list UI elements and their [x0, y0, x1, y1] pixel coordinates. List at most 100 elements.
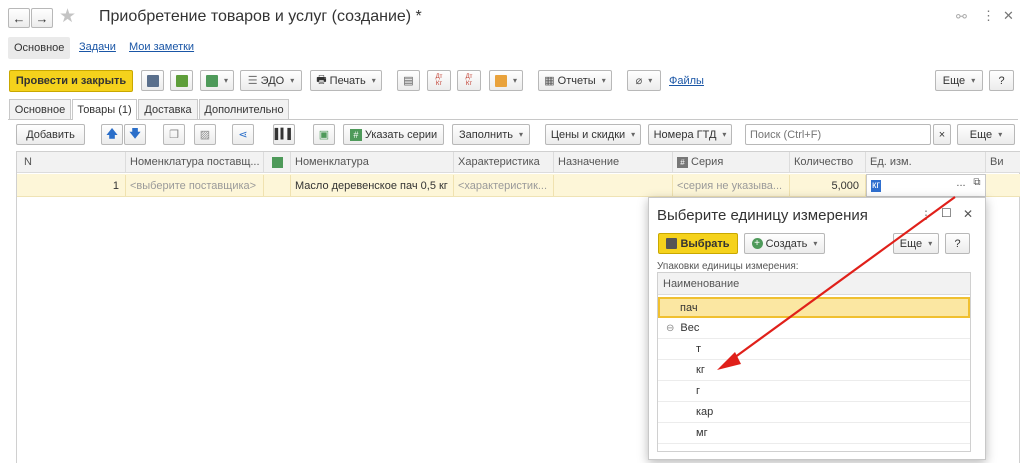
collapse-icon[interactable]: ⊖ — [666, 323, 674, 334]
col-header-characteristic[interactable]: Характеристика — [454, 152, 554, 172]
dialog-create-button[interactable]: + Создать — [744, 233, 825, 254]
series-icon: # — [349, 128, 362, 141]
page-title: Приобретение товаров и услуг (создание) … — [99, 8, 422, 25]
fill-button[interactable]: Заполнить — [452, 124, 530, 145]
document-icon — [494, 74, 507, 87]
files-link[interactable]: Файлы — [669, 75, 704, 87]
tab-goods[interactable]: Товары (1) — [72, 99, 137, 120]
move-up-button[interactable]: 🡅 — [101, 124, 123, 145]
dialog-help-button[interactable]: ? — [945, 233, 970, 254]
nav-tasks-link[interactable]: Задачи — [79, 41, 116, 53]
unit-label: Вес — [680, 322, 700, 334]
favorite-star-icon[interactable]: ★ — [59, 5, 76, 28]
dialog-maximize-icon[interactable]: ☐ — [941, 206, 952, 220]
col-header-series-flag[interactable] — [264, 152, 291, 172]
journal-icon: ▤ — [403, 75, 414, 87]
tab-delivery[interactable]: Доставка — [138, 99, 198, 119]
printer-icon: 🖶 — [316, 74, 327, 86]
unit-list-item[interactable]: мг — [658, 423, 970, 444]
report-icon: ▦ — [544, 75, 555, 87]
nav-notes-link[interactable]: Мои заметки — [129, 41, 194, 53]
attach-button[interactable]: ⌀ — [627, 70, 661, 91]
document-actions-button[interactable] — [489, 70, 523, 91]
print-button[interactable]: 🖶 Печать — [310, 70, 382, 91]
col-header-purpose[interactable]: Назначение — [554, 152, 673, 172]
unit-list-header: Наименование — [658, 273, 970, 295]
col-header-quantity[interactable]: Количество — [790, 152, 866, 172]
col-header-name[interactable]: Наименование — [663, 278, 739, 290]
unit-list-item[interactable]: т — [658, 339, 970, 360]
dialog-close-icon[interactable]: ✕ — [963, 207, 973, 221]
unit-open-button[interactable]: ⧉ — [970, 177, 984, 194]
create-based-icon — [205, 74, 218, 87]
cell-item[interactable]: Масло деревенское пач 0,5 кг — [291, 175, 454, 196]
tab-additional[interactable]: Дополнительно — [199, 99, 289, 119]
unit-list-item[interactable]: г — [658, 381, 970, 402]
cell-characteristic[interactable]: <характеристик... — [454, 175, 554, 196]
unit-list-item[interactable]: пач — [658, 297, 970, 318]
post-and-close-button[interactable]: Провести и закрыть — [9, 70, 133, 92]
col-header-item[interactable]: Номенклатура — [291, 152, 454, 172]
pick-goods-button[interactable]: ▣ — [313, 124, 335, 145]
specify-series-button[interactable]: # Указать серии — [343, 124, 444, 145]
col-header-type[interactable]: Ви — [986, 152, 1020, 172]
paste-button[interactable]: ▨ — [194, 124, 216, 145]
unit-label: т — [696, 343, 702, 355]
cell-supplier-item[interactable]: <выберите поставщика> — [126, 175, 264, 196]
col-header-supplier-item[interactable]: Номенклатура поставщ... — [126, 152, 264, 172]
copy-row-button[interactable]: ❐ — [163, 124, 185, 145]
add-row-button[interactable]: Добавить — [16, 124, 85, 145]
dialog-select-button[interactable]: Выбрать — [658, 233, 738, 254]
clear-search-button[interactable]: × — [933, 124, 951, 145]
journal-button[interactable]: ▤ — [397, 70, 420, 91]
barcode-icon: ▌▍▌ — [274, 129, 295, 140]
edo-icon: ☰ — [247, 75, 258, 87]
menu-dots-icon[interactable]: ⋮ — [982, 8, 995, 24]
more-button[interactable]: Еще — [935, 70, 983, 91]
barcode-button[interactable]: ▌▍▌ — [273, 124, 295, 145]
save-button[interactable] — [141, 70, 164, 91]
plus-circle-icon: + — [751, 238, 763, 249]
help-button[interactable]: ? — [989, 70, 1014, 91]
unit-choose-button[interactable]: ... — [953, 177, 969, 194]
col-header-n[interactable]: N — [20, 152, 126, 172]
gtd-numbers-button[interactable]: Номера ГТД — [648, 124, 732, 145]
reports-button[interactable]: ▦ Отчеты — [538, 70, 612, 91]
cell-series[interactable]: <серия не указыва... — [673, 175, 790, 196]
nav-main[interactable]: Основное — [8, 37, 71, 59]
select-icon — [666, 238, 678, 249]
cell-quantity[interactable]: 5,000 — [790, 175, 866, 196]
dt-kt-postings-button[interactable]: Дт Кт — [457, 70, 481, 91]
unit-label: мг — [696, 427, 708, 439]
unit-label: г — [696, 385, 701, 397]
unit-group-row[interactable]: ⊖ Вес — [658, 318, 970, 339]
cell-purpose[interactable] — [554, 175, 673, 196]
table-more-button[interactable]: Еще — [957, 124, 1015, 145]
back-button[interactable]: ← — [8, 8, 30, 28]
unit-edit-field[interactable]: кг ... ⧉ — [866, 174, 986, 197]
dialog-more-button[interactable]: Еще — [893, 233, 939, 254]
edo-button[interactable]: ☰ ЭДО — [240, 70, 302, 91]
dialog-menu-icon[interactable]: ⋮ — [920, 208, 932, 222]
link-icon[interactable]: ⚯ — [956, 9, 967, 25]
cell-n[interactable]: 1 — [20, 175, 126, 196]
search-input[interactable] — [745, 124, 931, 145]
pick-icon: ▣ — [318, 129, 330, 141]
col-header-series[interactable]: # Серия — [673, 152, 790, 172]
arrow-right-icon: → — [35, 10, 49, 26]
dt-kt-report-button[interactable]: Дт Кт — [427, 70, 451, 91]
unit-list-item[interactable]: кг — [658, 360, 970, 381]
post-button[interactable] — [170, 70, 193, 91]
share-button[interactable]: ⋖ — [232, 124, 254, 145]
close-icon[interactable]: ✕ — [1003, 8, 1014, 24]
forward-button[interactable]: → — [31, 8, 53, 28]
col-header-unit[interactable]: Ед. изм. — [866, 152, 986, 172]
cell-series-flag[interactable] — [264, 175, 291, 196]
prices-discounts-button[interactable]: Цены и скидки — [545, 124, 641, 145]
unit-list-item[interactable]: кар — [658, 402, 970, 423]
move-down-button[interactable]: 🡇 — [124, 124, 146, 145]
create-based-on-button[interactable] — [200, 70, 234, 91]
tab-main[interactable]: Основное — [9, 99, 71, 119]
unit-label: кг — [696, 364, 705, 376]
floppy-disk-icon — [146, 74, 159, 87]
